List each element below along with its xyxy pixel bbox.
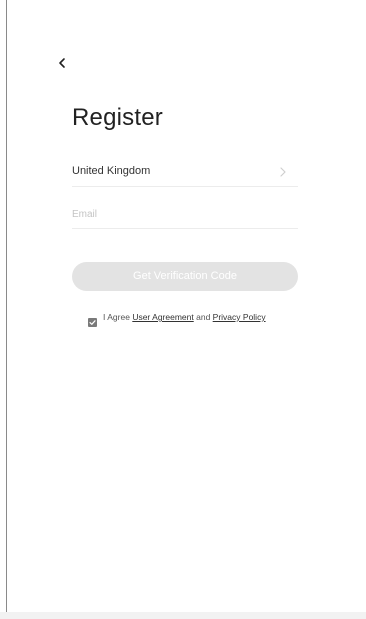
agreement-checkbox[interactable]	[88, 318, 97, 327]
email-field[interactable]	[72, 200, 298, 229]
country-value: United Kingdom	[72, 165, 151, 177]
chevron-right-icon	[280, 167, 286, 177]
agreement-conjunction: and	[196, 312, 211, 322]
register-screen: Register United Kingdom Get Verification…	[0, 0, 366, 619]
get-verification-code-button[interactable]: Get Verification Code	[72, 262, 298, 291]
agreement-prefix: I Agree	[103, 312, 130, 322]
user-agreement-link[interactable]: User Agreement	[132, 312, 193, 322]
country-selector[interactable]: United Kingdom	[72, 160, 298, 187]
chevron-left-icon	[59, 58, 65, 68]
privacy-policy-link[interactable]: Privacy Policy	[213, 312, 266, 322]
checkmark-icon	[89, 320, 96, 325]
back-button[interactable]	[56, 52, 76, 74]
page-title: Register	[72, 104, 163, 131]
agreement-text: I Agree User Agreement and Privacy Polic…	[103, 312, 283, 322]
bottom-strip	[0, 612, 366, 619]
window-border	[6, 0, 7, 619]
